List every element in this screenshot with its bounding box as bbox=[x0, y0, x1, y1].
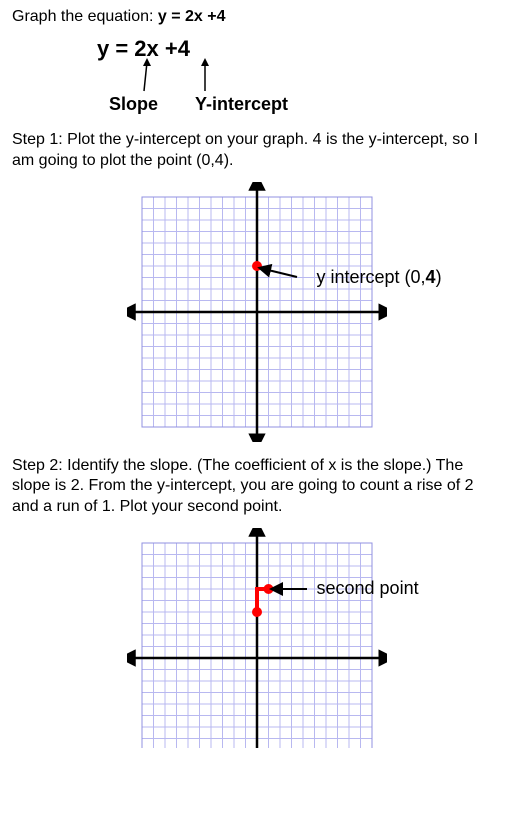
graph2-svg bbox=[127, 528, 387, 748]
title-prefix: Graph the equation: bbox=[12, 8, 158, 25]
graph2-wrap: second point bbox=[12, 528, 501, 748]
graph2-annotation: second point bbox=[317, 578, 419, 599]
graph1-wrap: y intercept (0,4) bbox=[12, 182, 501, 442]
step1-text: Step 1: Plot the y-intercept on your gra… bbox=[12, 130, 501, 172]
yintercept-point bbox=[252, 261, 262, 271]
step2-text: Step 2: Identify the slope. (The coeffic… bbox=[12, 456, 501, 518]
title-equation: y = 2x +4 bbox=[158, 8, 226, 25]
start-point bbox=[252, 607, 262, 617]
second-point bbox=[263, 584, 273, 594]
slope-label: Slope bbox=[109, 94, 158, 115]
graph1-annot-prefix: y intercept (0, bbox=[317, 267, 426, 287]
graph1-annot-bold: 4 bbox=[426, 267, 436, 287]
graph1-annot-suffix: ) bbox=[436, 267, 442, 287]
equation-annotated: y = 2x +4 Slope Y-intercept bbox=[97, 36, 501, 126]
yintercept-label: Y-intercept bbox=[195, 94, 288, 115]
graph1-annotation: y intercept (0,4) bbox=[317, 267, 442, 288]
graph1-svg bbox=[127, 182, 387, 442]
page-title: Graph the equation: y = 2x +4 bbox=[12, 8, 501, 26]
